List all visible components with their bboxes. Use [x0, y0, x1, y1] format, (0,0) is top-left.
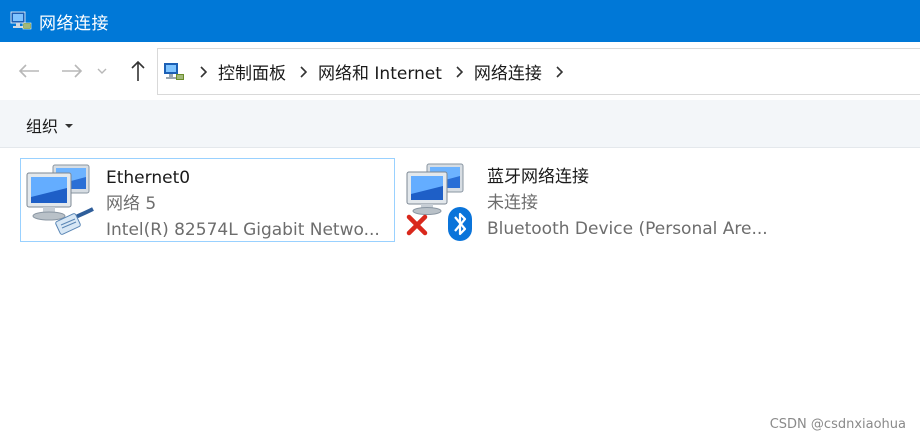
organize-menu-button[interactable]: 组织: [26, 113, 74, 137]
connection-item-bluetooth[interactable]: 蓝牙网络连接 未连接 Bluetooth Device (Personal Ar…: [401, 158, 776, 242]
title-bar: 网络连接: [0, 0, 920, 42]
wired-network-adapter-icon: [26, 164, 94, 235]
back-button[interactable]: [14, 56, 44, 86]
navigation-bar: 控制面板 网络和 Internet 网络连接: [0, 42, 920, 100]
connection-name: Ethernet0: [106, 168, 191, 188]
breadcrumb-item[interactable]: 控制面板: [218, 59, 286, 84]
organize-label: 组织: [26, 117, 59, 136]
connections-list: Ethernet0 网络 5 Intel(R) 82574L Gigabit N…: [0, 149, 920, 441]
chevron-right-icon[interactable]: [552, 65, 566, 79]
connection-status: 未连接: [487, 193, 538, 213]
chevron-down-icon: [97, 68, 107, 74]
arrow-left-icon: [18, 64, 39, 78]
arrow-up-icon: [131, 60, 145, 81]
chevron-right-icon[interactable]: [196, 65, 210, 79]
recent-locations-button[interactable]: [93, 56, 111, 86]
connection-item-ethernet0[interactable]: Ethernet0 网络 5 Intel(R) 82574L Gigabit N…: [20, 158, 395, 242]
connection-device: Intel(R) 82574L Gigabit Netwo...: [106, 220, 380, 240]
arrow-right-icon: [62, 64, 83, 78]
connection-status: 网络 5: [106, 194, 157, 214]
address-bar[interactable]: 控制面板 网络和 Internet 网络连接: [157, 48, 920, 95]
bluetooth-icon: [448, 207, 472, 241]
forward-button[interactable]: [57, 56, 87, 86]
caret-down-icon: [65, 124, 74, 128]
connection-name: 蓝牙网络连接: [487, 167, 589, 187]
chevron-right-icon[interactable]: [452, 65, 466, 79]
network-connections-icon: [164, 62, 184, 80]
breadcrumb-item[interactable]: 网络连接: [474, 59, 542, 84]
connection-details: Ethernet0 网络 5 Intel(R) 82574L Gigabit N…: [106, 165, 380, 243]
error-x-icon: [406, 214, 428, 236]
up-button[interactable]: [123, 56, 153, 86]
chevron-right-icon[interactable]: [296, 65, 310, 79]
network-connections-icon: [10, 11, 32, 30]
connection-details: 蓝牙网络连接 未连接 Bluetooth Device (Personal Ar…: [487, 164, 768, 242]
command-bar: 组织: [0, 100, 920, 148]
window-title: 网络连接: [39, 13, 109, 34]
connection-device: Bluetooth Device (Personal Are...: [487, 219, 768, 239]
breadcrumb-item[interactable]: 网络和 Internet: [318, 59, 442, 84]
watermark: CSDN @csdnxiaohua: [769, 417, 906, 432]
